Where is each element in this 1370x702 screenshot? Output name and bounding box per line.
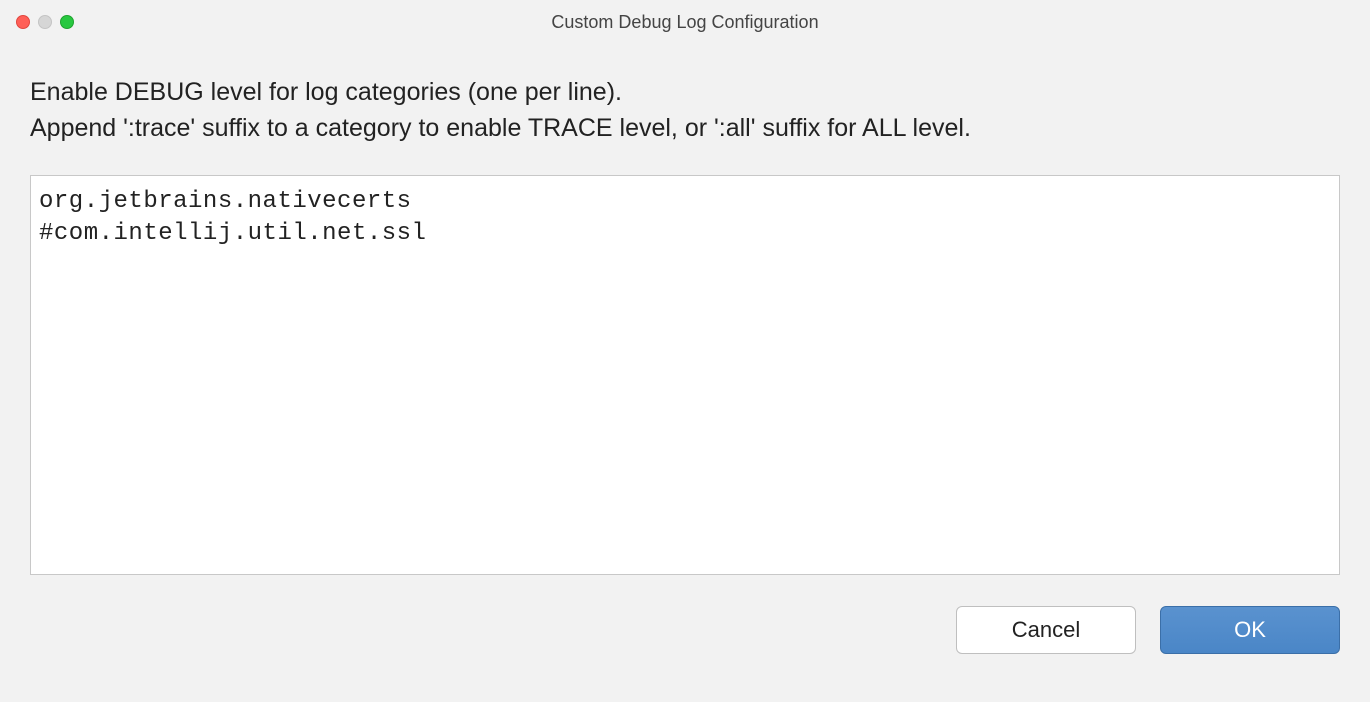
- window-title: Custom Debug Log Configuration: [551, 12, 818, 33]
- minimize-window-icon[interactable]: [38, 15, 52, 29]
- instructions-line-1: Enable DEBUG level for log categories (o…: [30, 74, 1340, 110]
- window-titlebar: Custom Debug Log Configuration: [0, 0, 1370, 44]
- cancel-button[interactable]: Cancel: [956, 606, 1136, 654]
- log-categories-input[interactable]: [30, 175, 1340, 575]
- ok-button[interactable]: OK: [1160, 606, 1340, 654]
- dialog-content: Enable DEBUG level for log categories (o…: [0, 44, 1370, 580]
- instructions-text: Enable DEBUG level for log categories (o…: [30, 74, 1340, 147]
- traffic-lights: [16, 15, 74, 29]
- close-window-icon[interactable]: [16, 15, 30, 29]
- instructions-line-2: Append ':trace' suffix to a category to …: [30, 110, 1340, 146]
- maximize-window-icon[interactable]: [60, 15, 74, 29]
- button-row: Cancel OK: [0, 580, 1370, 654]
